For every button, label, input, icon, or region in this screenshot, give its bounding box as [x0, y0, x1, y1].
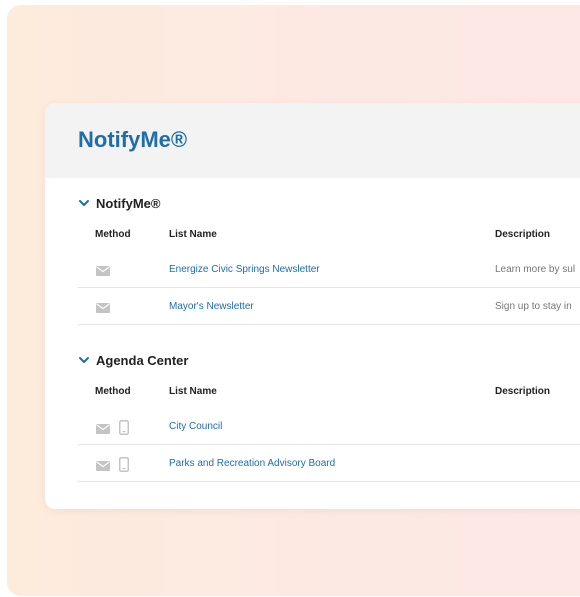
list-link[interactable]: Energize Civic Springs Newsletter [169, 264, 320, 275]
page-title: NotifyMe® [78, 127, 188, 152]
list-link[interactable]: Mayor's Newsletter [169, 301, 254, 312]
row-divider [78, 444, 580, 445]
table-row: Mayor's Newsletter Sign up to stay in [45, 289, 580, 325]
column-header-method: Method [95, 386, 131, 397]
section-title: Agenda Center [96, 352, 189, 368]
column-header-list-name: List Name [169, 386, 217, 397]
row-divider [78, 287, 580, 288]
list-description: Sign up to stay in [495, 301, 572, 312]
mail-icon[interactable] [96, 300, 110, 318]
mail-icon[interactable] [96, 421, 110, 439]
table-row: Energize Civic Springs Newsletter Learn … [45, 252, 580, 288]
phone-icon[interactable] [119, 420, 129, 440]
card-header: NotifyMe® [45, 103, 580, 178]
table-header: Method List Name Description [45, 229, 580, 245]
column-header-description: Description [495, 386, 551, 397]
list-description: Learn more by sul [495, 264, 576, 275]
phone-icon[interactable] [119, 457, 129, 477]
list-link[interactable]: Parks and Recreation Advisory Board [169, 458, 335, 469]
notifyme-card: NotifyMe® NotifyMe® Method List Name Des… [45, 103, 580, 509]
column-header-method: Method [95, 229, 131, 240]
section-toggle-agenda-center[interactable]: Agenda Center [78, 350, 188, 370]
table-row: City Council [45, 409, 580, 445]
row-divider [78, 324, 580, 325]
table-header: Method List Name Description [45, 386, 580, 402]
row-divider [78, 481, 580, 482]
chevron-down-icon [78, 197, 90, 209]
mail-icon[interactable] [96, 263, 110, 281]
chevron-down-icon [78, 354, 90, 366]
list-link[interactable]: City Council [169, 421, 222, 432]
section-title: NotifyMe® [96, 195, 161, 211]
column-header-description: Description [495, 229, 551, 240]
table-row: Parks and Recreation Advisory Board [45, 446, 580, 482]
column-header-list-name: List Name [169, 229, 217, 240]
section-toggle-notifyme[interactable]: NotifyMe® [78, 193, 160, 213]
mail-icon[interactable] [96, 458, 110, 476]
